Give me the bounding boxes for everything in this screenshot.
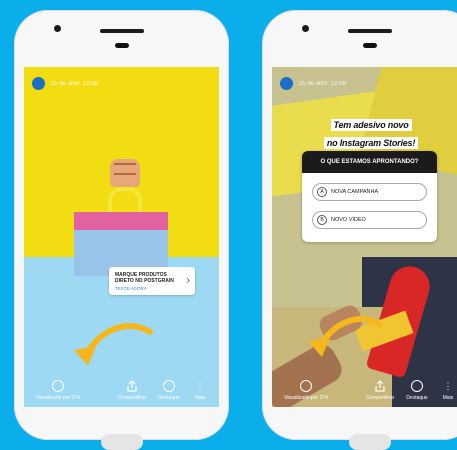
shopping-bag-image [74,212,168,276]
more-icon: ⋮ [195,381,205,391]
option-letter: B [317,215,327,225]
poll-question: O QUE ESTAMOS APRONTANDO? [302,151,437,173]
title-line-2: no Instagram Stories! [323,137,419,149]
hand-image [110,159,140,187]
poll-option-b[interactable]: B NOVO VÍDEO [312,211,427,229]
share-icon [375,380,385,392]
product-tag-cta[interactable]: TESTE AGORA [115,286,147,291]
more-button[interactable]: ⋮ Mais [188,380,212,401]
story-header: 25 de abril 12:08 [32,77,98,90]
story-date: 25 de abril [299,80,328,87]
viewers-icon [300,380,312,392]
more-icon: ⋮ [443,381,453,391]
earpiece-speaker [99,29,144,33]
highlight-label: Destaque [406,395,428,401]
option-label: NOVO VÍDEO [331,217,366,223]
home-button[interactable] [348,434,391,450]
story-date: 25 de abril [51,80,80,87]
option-letter: A [317,187,327,197]
story-action-bar: Visualizado por 274 Compartilhar Destaqu… [24,357,219,407]
sensor [362,43,377,48]
viewers-button[interactable]: Visualizado por 274 [28,380,88,401]
more-button[interactable]: ⋮ Mais [436,380,457,401]
highlight-button[interactable]: Destaque [402,380,432,401]
avatar[interactable] [32,77,45,90]
viewers-button[interactable]: Visualizado por 274 [276,380,336,401]
viewers-label: Visualizado por 274 [36,395,80,401]
home-button[interactable] [100,434,143,450]
front-camera [54,25,61,32]
share-button[interactable]: Compartilhar [364,380,396,401]
highlight-icon [411,380,423,392]
share-icon [127,380,137,392]
more-label: Mais [194,395,206,401]
story-action-bar: Visualizado por 274 Compartilhar Destaqu… [272,357,457,407]
option-label: NOVA CAMPANHA [331,189,379,195]
phone-left: 25 de abril 12:08 MARQUE PRODUTOS DIRETO… [14,10,229,450]
story-header: 25 de abril 12:08 [280,77,346,90]
phone-right: 25 de abril 12:08 Tem adesivo novo no In… [262,10,457,450]
earpiece-speaker [347,29,392,33]
sensor [114,43,129,48]
chevron-right-icon[interactable]: › [187,275,190,286]
viewers-label: Visualizado por 274 [284,395,328,401]
story-time: 12:08 [83,80,99,87]
poll-option-a[interactable]: A NOVA CAMPANHA [312,183,427,201]
story-time: 12:08 [331,80,347,87]
story-title-text: Tem adesivo novo no Instagram Stories! [296,115,446,151]
product-tag-title: MARQUE PRODUTOS DIRETO NO POSTGRAIN [115,272,174,284]
share-button[interactable]: Compartilhar [116,380,148,401]
avatar[interactable] [280,77,293,90]
story-screen-right[interactable]: 25 de abril 12:08 Tem adesivo novo no In… [272,67,457,407]
more-label: Mais [442,395,454,401]
viewers-icon [52,380,64,392]
front-camera [302,25,309,32]
product-tag[interactable]: MARQUE PRODUTOS DIRETO NO POSTGRAIN TEST… [109,267,195,295]
highlight-icon [163,380,175,392]
highlight-button[interactable]: Destaque [154,380,184,401]
highlight-label: Destaque [158,395,180,401]
poll-sticker[interactable]: O QUE ESTAMOS APRONTANDO? A NOVA CAMPANH… [302,151,437,242]
share-label: Compartilhar [365,395,395,401]
title-line-1: Tem adesivo novo [330,119,412,131]
share-label: Compartilhar [117,395,147,401]
story-screen-left[interactable]: 25 de abril 12:08 MARQUE PRODUTOS DIRETO… [24,67,219,407]
curved-arrow-icon [308,316,383,357]
